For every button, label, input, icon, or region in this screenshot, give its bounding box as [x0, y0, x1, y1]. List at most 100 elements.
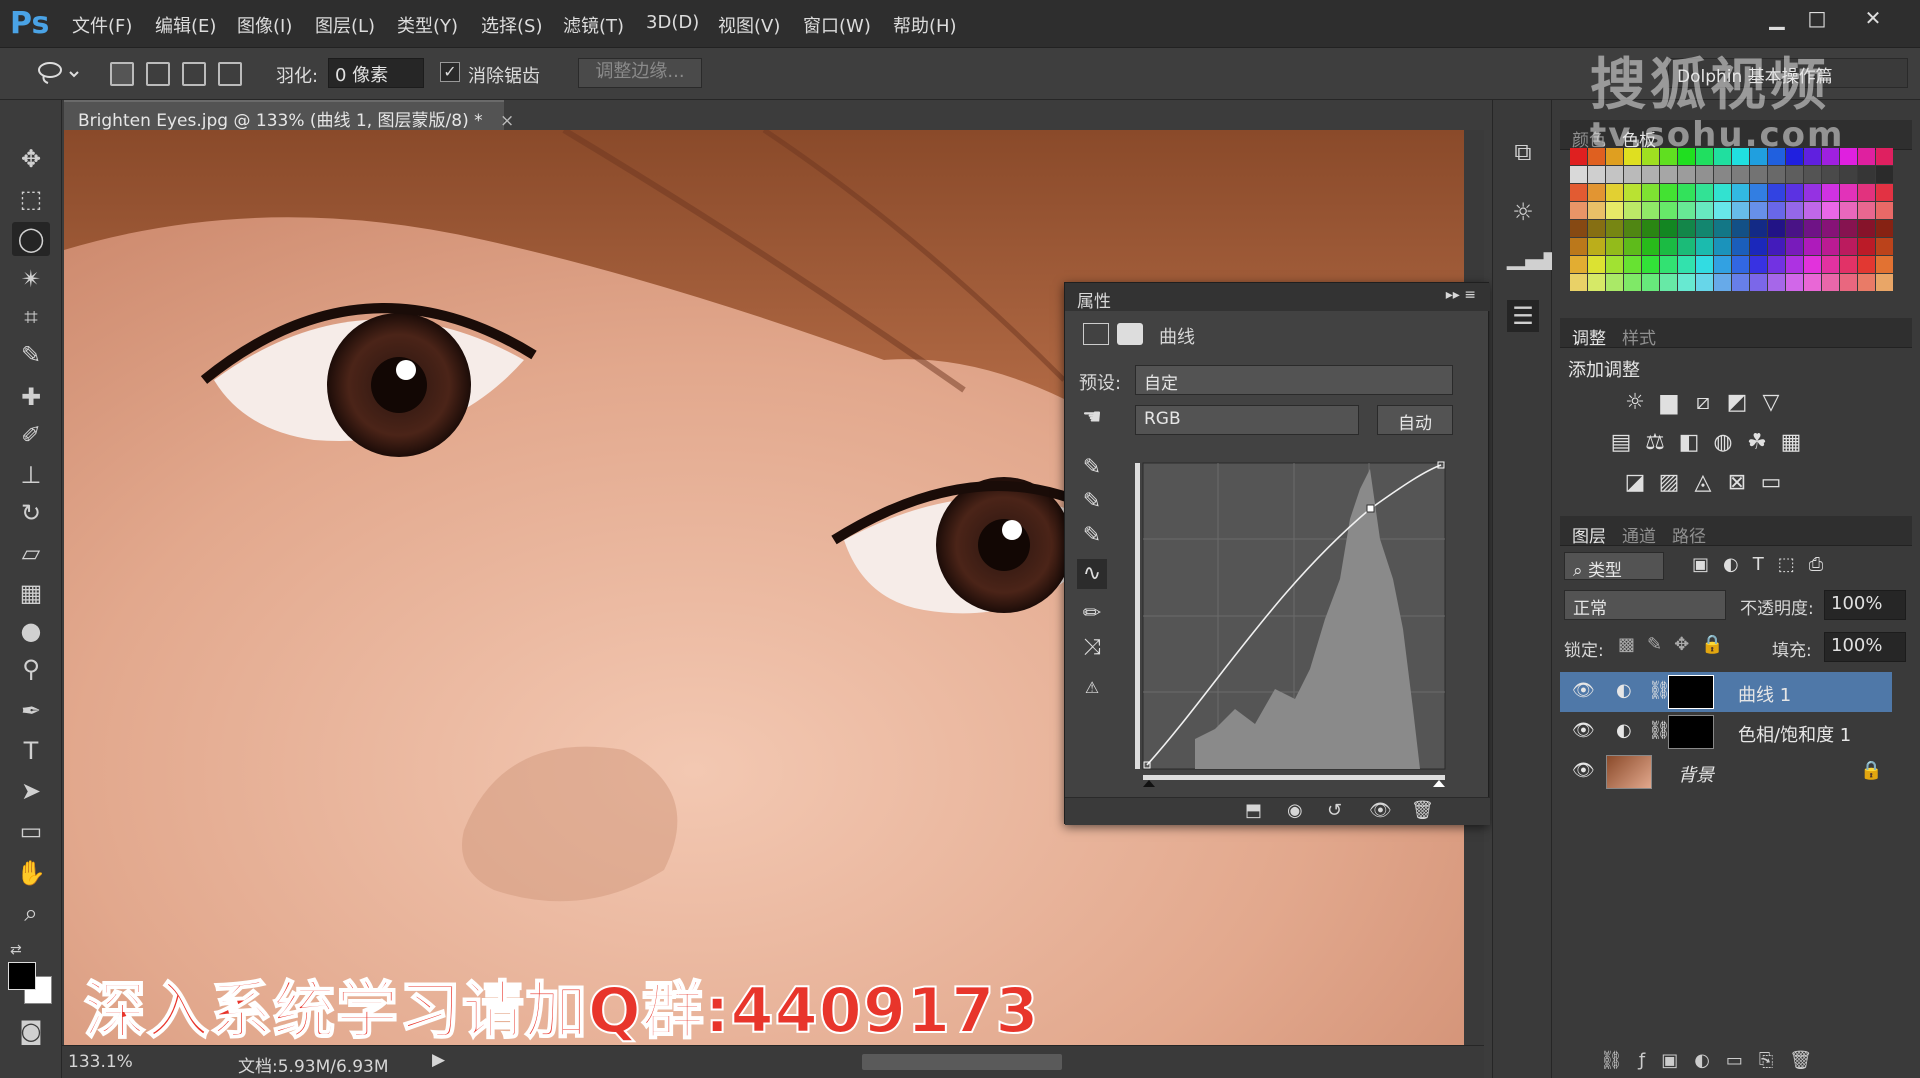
color-swatch[interactable] — [1714, 184, 1731, 201]
blend-mode-dropdown[interactable]: 正常 — [1564, 590, 1726, 620]
new-selection-icon[interactable] — [110, 62, 134, 86]
color-swatch[interactable] — [1840, 166, 1857, 183]
gradient-tool-icon[interactable]: ▦ — [12, 576, 50, 610]
preset-dropdown[interactable]: 自定 — [1135, 365, 1453, 395]
levels-icon[interactable]: ▆ — [1656, 390, 1682, 416]
color-lookup-icon[interactable]: ▦ — [1778, 430, 1804, 456]
color-swatch[interactable] — [1840, 202, 1857, 219]
layer-name[interactable]: 色相/饱和度 1 — [1738, 721, 1851, 747]
posterize-icon[interactable]: ▨ — [1656, 470, 1682, 496]
layer-name[interactable]: 背景 — [1678, 761, 1714, 787]
panel-menu-icon[interactable]: ▸▸ ≡ — [1446, 287, 1476, 303]
color-swatch[interactable] — [1750, 220, 1767, 237]
subtract-selection-icon[interactable] — [182, 62, 206, 86]
color-swatch[interactable] — [1642, 274, 1659, 291]
close-window-button[interactable]: ✕ — [1856, 6, 1890, 32]
black-white-icon[interactable]: ◧ — [1676, 430, 1702, 456]
color-swatch[interactable] — [1570, 184, 1587, 201]
color-swatch[interactable] — [1714, 256, 1731, 273]
lock-icons[interactable]: ▩✎✥🔒 — [1618, 634, 1736, 655]
layer-mask-thumbnail[interactable] — [1668, 715, 1714, 749]
auto-button[interactable]: 自动 — [1377, 405, 1453, 435]
color-swatch[interactable] — [1624, 256, 1641, 273]
targeted-adjustment-icon[interactable]: ☚ — [1077, 403, 1107, 433]
color-swatch[interactable] — [1750, 166, 1767, 183]
view-previous-icon[interactable]: ◉ — [1287, 800, 1303, 821]
color-balance-icon[interactable]: ⚖ — [1642, 430, 1668, 456]
color-swatch[interactable] — [1714, 202, 1731, 219]
color-swatch[interactable] — [1768, 220, 1785, 237]
color-swatch[interactable] — [1876, 220, 1893, 237]
color-swatch[interactable] — [1876, 202, 1893, 219]
color-swatch[interactable] — [1678, 274, 1695, 291]
refine-edge-button[interactable]: 调整边缘... — [578, 58, 702, 88]
layer-filter-icons[interactable]: ▣◐T⬚⎙ — [1692, 554, 1837, 575]
layer-mask-icon[interactable] — [1117, 323, 1143, 345]
color-swatch[interactable] — [1678, 238, 1695, 255]
color-swatch[interactable] — [1678, 184, 1695, 201]
color-swatch[interactable] — [1660, 238, 1677, 255]
swatch-grid[interactable] — [1570, 148, 1894, 292]
healing-brush-tool-icon[interactable]: ✚ — [12, 380, 50, 414]
color-swatch[interactable] — [1696, 184, 1713, 201]
color-swatch[interactable] — [1876, 184, 1893, 201]
intersect-selection-icon[interactable] — [218, 62, 242, 86]
color-swatch[interactable] — [1732, 220, 1749, 237]
menu-edit[interactable]: 编辑(E) — [155, 12, 216, 38]
layer-row[interactable]: 👁 ◐ ⛓ 曲线 1 — [1560, 672, 1892, 712]
color-swatch[interactable] — [1696, 166, 1713, 183]
color-swatch[interactable] — [1804, 202, 1821, 219]
lasso-tool-icon[interactable]: ◯ — [12, 222, 50, 256]
color-swatch[interactable] — [1588, 202, 1605, 219]
color-swatch[interactable] — [1858, 184, 1875, 201]
color-swatch[interactable] — [1696, 202, 1713, 219]
color-swatch[interactable] — [1876, 238, 1893, 255]
color-swatch[interactable] — [1768, 256, 1785, 273]
selective-color-icon[interactable]: ⊠ — [1724, 470, 1750, 496]
color-swatch[interactable] — [1570, 220, 1587, 237]
color-swatch[interactable] — [1750, 184, 1767, 201]
color-swatch[interactable] — [1840, 220, 1857, 237]
rectangle-tool-icon[interactable]: ▭ — [12, 814, 50, 848]
hand-tool-icon[interactable]: ✋ — [12, 856, 50, 890]
curves-graph[interactable] — [1135, 459, 1455, 789]
add-selection-icon[interactable] — [146, 62, 170, 86]
color-swatch[interactable] — [1822, 202, 1839, 219]
color-swatch[interactable] — [1606, 202, 1623, 219]
tab-paths[interactable]: 路径 — [1672, 522, 1706, 547]
exposure-icon[interactable]: ◩ — [1724, 390, 1750, 416]
color-swatch[interactable] — [1624, 166, 1641, 183]
color-swatch[interactable] — [1606, 220, 1623, 237]
color-swatch[interactable] — [1660, 202, 1677, 219]
color-swatch[interactable] — [1858, 220, 1875, 237]
clip-to-layer-icon[interactable]: ⬒ — [1245, 800, 1262, 821]
background-thumbnail[interactable] — [1606, 755, 1652, 789]
menu-3d[interactable]: 3D(D) — [646, 12, 699, 33]
color-swatch[interactable] — [1660, 166, 1677, 183]
color-swatch[interactable] — [1570, 274, 1587, 291]
menu-type[interactable]: 类型(Y) — [397, 12, 458, 38]
color-swatch[interactable] — [1660, 256, 1677, 273]
color-swatch[interactable] — [1876, 256, 1893, 273]
color-swatch[interactable] — [1714, 238, 1731, 255]
layers-footer-icons[interactable]: ⛓ƒ▣◐▭⎘🗑 — [1560, 1046, 1912, 1076]
color-swatch[interactable] — [1804, 238, 1821, 255]
color-swatch[interactable] — [1876, 166, 1893, 183]
color-swatch[interactable] — [1822, 274, 1839, 291]
canvas-horizontal-scrollbar[interactable] — [862, 1054, 1062, 1070]
color-swatch[interactable] — [1786, 238, 1803, 255]
history-panel-icon[interactable]: ⧉ — [1507, 136, 1539, 168]
color-swatch[interactable] — [1840, 184, 1857, 201]
color-swatch[interactable] — [1822, 166, 1839, 183]
color-swatch[interactable] — [1822, 238, 1839, 255]
threshold-icon[interactable]: ◬ — [1690, 470, 1716, 496]
history-brush-tool-icon[interactable]: ↻ — [12, 496, 50, 530]
fill-input[interactable]: 100% — [1824, 632, 1906, 662]
clone-stamp-tool-icon[interactable]: ⊥ — [12, 458, 50, 492]
layer-row[interactable]: 👁 ◐ ⛓ 色相/饱和度 1 — [1560, 712, 1892, 752]
move-tool-icon[interactable]: ✥ — [12, 142, 50, 176]
feather-input[interactable]: 0 像素 — [328, 58, 424, 88]
color-swatch[interactable] — [1642, 202, 1659, 219]
color-swatch[interactable] — [1660, 274, 1677, 291]
menu-file[interactable]: 文件(F) — [72, 12, 132, 38]
